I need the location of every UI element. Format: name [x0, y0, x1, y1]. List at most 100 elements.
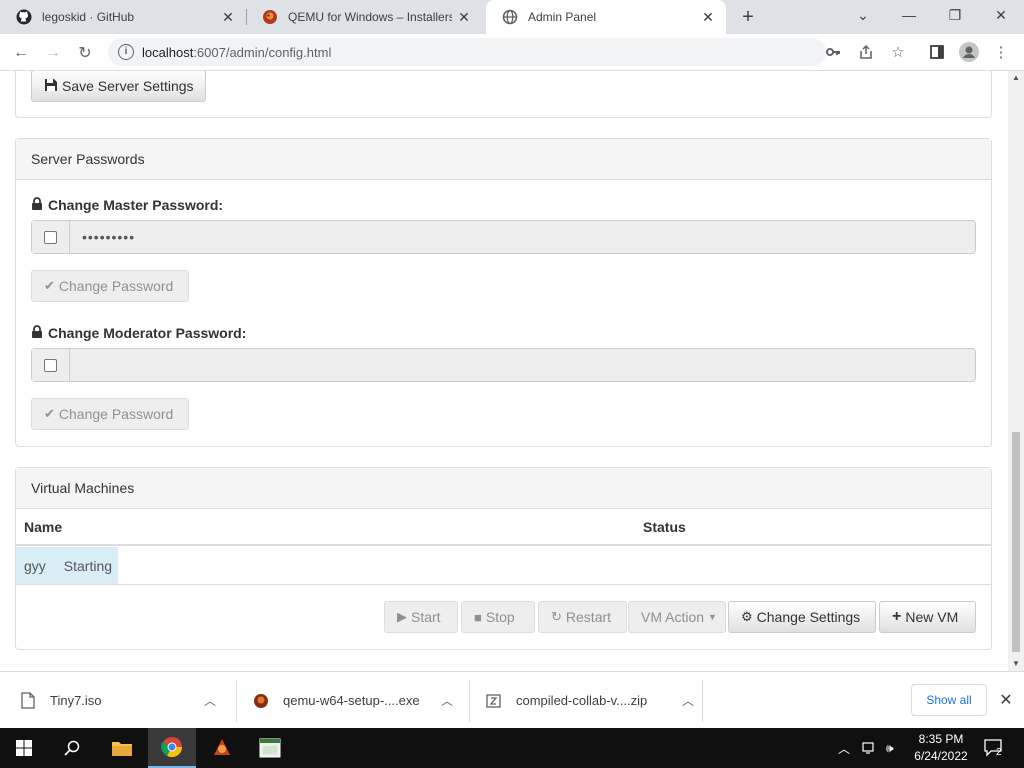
checkmark-icon: ✔: [44, 278, 55, 293]
server-passwords-panel: Server Passwords Change Master Password:…: [15, 138, 992, 447]
change-master-password-button[interactable]: ✔ Change Password: [31, 270, 189, 302]
download-shelf: Tiny7.iso ︿ qemu-w64-setup-....exe ︿ com…: [0, 671, 1024, 728]
new-vm-button[interactable]: + New VM: [879, 601, 976, 633]
system-clock[interactable]: 8:35 PM 6/24/2022: [906, 731, 976, 765]
clock-date: 6/24/2022: [914, 749, 968, 763]
minimize-icon[interactable]: —: [886, 0, 932, 30]
volume-icon[interactable]: 🕪: [886, 728, 894, 768]
chevron-up-icon[interactable]: ︿: [437, 692, 457, 709]
chevron-up-icon[interactable]: ︿: [678, 692, 698, 709]
qemu-installer-icon: [253, 692, 269, 710]
tab-qemu[interactable]: QEMU for Windows – Installers (6 ✕: [246, 0, 486, 34]
play-icon: ▶: [397, 609, 407, 624]
file-icon: [20, 692, 36, 710]
tab-admin-panel[interactable]: Admin Panel ✕: [486, 0, 726, 34]
caret-down-icon: ▼: [708, 612, 717, 622]
start-vm-button[interactable]: ▶ Start: [384, 601, 458, 633]
tab-search-icon[interactable]: ⌄: [840, 0, 886, 30]
restart-vm-button[interactable]: ↻ Restart: [538, 601, 627, 633]
download-item[interactable]: compiled-collab-v....zip ︿: [486, 672, 698, 729]
button-label: Save Server Settings: [62, 78, 194, 94]
close-tab-icon[interactable]: ✕: [696, 9, 720, 26]
change-settings-button[interactable]: ⚙ Change Settings: [728, 601, 876, 633]
download-item[interactable]: Tiny7.iso ︿: [20, 672, 220, 729]
column-header-status: Status: [643, 519, 686, 535]
key-icon[interactable]: [822, 41, 844, 63]
forward-icon[interactable]: →: [40, 40, 66, 66]
lock-icon: [31, 197, 43, 213]
side-panel-icon[interactable]: [926, 41, 948, 63]
close-tab-icon[interactable]: ✕: [216, 9, 240, 26]
close-tab-icon[interactable]: ✕: [452, 9, 476, 26]
site-info-icon[interactable]: i: [118, 44, 134, 60]
scrollbar-thumb[interactable]: [1012, 432, 1020, 652]
save-server-settings-button[interactable]: Save Server Settings: [31, 71, 206, 102]
windows-start-icon[interactable]: [0, 728, 48, 768]
network-icon[interactable]: [862, 728, 878, 768]
close-icon[interactable]: ✕: [996, 690, 1016, 710]
browser-toolbar: ← → ↻ i localhost:6007/admin/config.html…: [0, 34, 1024, 71]
bookmark-star-icon[interactable]: ☆: [887, 41, 909, 63]
close-window-icon[interactable]: ✕: [978, 0, 1024, 30]
master-password-enable-checkbox[interactable]: [32, 221, 70, 253]
server-settings-panel: Save Server Settings: [15, 71, 992, 118]
moderator-password-input-group: [31, 348, 976, 382]
panel-heading: Virtual Machines: [16, 468, 991, 509]
chrome-icon[interactable]: [148, 728, 196, 768]
divider: [469, 680, 470, 722]
tab-github[interactable]: legoskid · GitHub ✕: [0, 0, 246, 34]
file-explorer-icon[interactable]: [98, 728, 146, 768]
address-bar[interactable]: i localhost:6007/admin/config.html: [108, 38, 826, 66]
button-label: Change Password: [58, 406, 174, 422]
change-moderator-password-button[interactable]: ✔ Change Password: [31, 398, 189, 430]
tab-title: Admin Panel: [528, 10, 597, 24]
menu-kebab-icon[interactable]: ⋮: [990, 41, 1012, 63]
page-scrollbar[interactable]: ▲ ▼: [1008, 71, 1024, 671]
globe-icon: [502, 9, 518, 25]
refresh-icon: ↻: [551, 609, 562, 624]
show-hidden-icons-icon[interactable]: ︿: [838, 728, 850, 768]
profile-avatar-icon[interactable]: [958, 41, 980, 63]
scroll-down-icon[interactable]: ▼: [1008, 657, 1024, 671]
table-row[interactable]: gyy Starting: [16, 547, 991, 585]
lock-icon: [31, 325, 43, 341]
notification-count: 2: [996, 746, 1002, 758]
restore-icon[interactable]: ❐: [932, 0, 978, 30]
reload-icon[interactable]: ↻: [72, 40, 98, 66]
notifications-icon[interactable]: 2: [984, 728, 1010, 768]
master-password-label: Change Master Password:: [31, 197, 223, 213]
vm-action-dropdown[interactable]: VM Action ▼: [628, 601, 726, 633]
master-password-field[interactable]: •••••••••: [70, 221, 975, 253]
back-icon[interactable]: ←: [8, 40, 34, 66]
stop-vm-button[interactable]: ■ Stop: [461, 601, 535, 633]
search-icon[interactable]: [48, 728, 96, 768]
button-label: Change Password: [58, 278, 174, 294]
moderator-password-enable-checkbox[interactable]: [32, 349, 70, 381]
share-icon[interactable]: [855, 41, 877, 63]
tab-title: legoskid · GitHub: [42, 10, 135, 24]
zip-file-icon: [486, 692, 502, 710]
vm-table-header: Name Status: [16, 509, 991, 546]
github-icon: [16, 9, 32, 25]
qemu-icon: [262, 9, 278, 25]
selected-vm-cell[interactable]: gyy Starting: [16, 547, 118, 584]
chevron-up-icon[interactable]: ︿: [200, 692, 220, 709]
virtual-machines-panel: Virtual Machines Name Status gyy Startin…: [15, 467, 992, 650]
show-all-downloads-button[interactable]: Show all: [911, 684, 987, 716]
url-text[interactable]: localhost:6007/admin/config.html: [142, 45, 331, 60]
tab-title: QEMU for Windows – Installers (6: [288, 10, 452, 24]
scroll-up-icon[interactable]: ▲: [1008, 71, 1024, 85]
vm-status: Starting: [63, 557, 113, 574]
terminal-window-icon[interactable]: [246, 728, 294, 768]
column-header-name: Name: [24, 519, 63, 535]
page-content: Save Server Settings Server Passwords Ch…: [0, 71, 1008, 671]
new-tab-button[interactable]: +: [736, 5, 760, 29]
download-item[interactable]: qemu-w64-setup-....exe ︿: [253, 672, 457, 729]
master-password-input-group: •••••••••: [31, 220, 976, 254]
plus-icon: +: [892, 608, 902, 625]
divider: [702, 680, 703, 722]
checkmark-icon: ✔: [44, 406, 55, 421]
qemu-app-icon[interactable]: [198, 728, 246, 768]
divider: [236, 680, 237, 722]
moderator-password-field[interactable]: [70, 349, 975, 381]
